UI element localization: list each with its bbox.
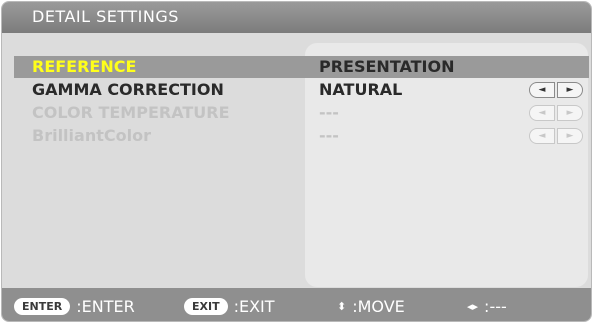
row-label: COLOR TEMPERATURE (32, 103, 230, 122)
adjust-icon: ◂▸ (467, 299, 479, 313)
move-hint-label: :MOVE (352, 296, 405, 316)
arrow-right-icon[interactable]: ► (557, 82, 583, 98)
adjust-arrows: ◄ ► (529, 82, 585, 98)
arrow-left-icon: ◄ (529, 128, 555, 144)
adjust-arrows: ◄ ► (529, 128, 585, 144)
move-icon: ⬍ (337, 299, 347, 313)
row-value: --- (319, 126, 339, 145)
settings-panel: REFERENCE PRESENTATION GAMMA CORRECTION … (2, 33, 591, 288)
menu-row-color-temperature: COLOR TEMPERATURE --- ◄ ► (14, 102, 589, 124)
row-value: NATURAL (319, 80, 403, 99)
key-guide-bar: ENTER :ENTER EXIT :EXIT ⬍ :MOVE ◂▸ :--- (2, 288, 591, 321)
adjust-hint: ◂▸ :--- (467, 296, 507, 316)
row-label: GAMMA CORRECTION (32, 80, 224, 99)
row-value: --- (319, 103, 339, 122)
arrow-right-icon: ► (557, 128, 583, 144)
row-value: PRESENTATION (319, 57, 455, 76)
dialog-title: DETAIL SETTINGS (32, 7, 179, 26)
arrow-right-icon: ► (557, 105, 583, 121)
exit-hint-label: :EXIT (233, 296, 275, 316)
row-label: REFERENCE (32, 57, 137, 76)
row-label: BrilliantColor (32, 126, 151, 145)
adjust-arrows: ◄ ► (529, 105, 585, 121)
menu-row-gamma-correction[interactable]: GAMMA CORRECTION NATURAL ◄ ► (14, 79, 589, 101)
adjust-hint-label: :--- (484, 296, 507, 316)
enter-hint: ENTER :ENTER (14, 296, 135, 316)
move-hint: ⬍ :MOVE (337, 296, 405, 316)
detail-settings-dialog: DETAIL SETTINGS REFERENCE PRESENTATION G… (1, 1, 592, 322)
exit-hint: EXIT :EXIT (184, 296, 275, 316)
menu-row-reference[interactable]: REFERENCE PRESENTATION (14, 56, 589, 78)
exit-key-badge: EXIT (184, 297, 228, 315)
enter-key-badge: ENTER (14, 297, 71, 315)
arrow-left-icon: ◄ (529, 105, 555, 121)
menu-row-brilliantcolor: BrilliantColor --- ◄ ► (14, 125, 589, 147)
title-bar: DETAIL SETTINGS (2, 2, 591, 33)
arrow-left-icon[interactable]: ◄ (529, 82, 555, 98)
enter-hint-label: :ENTER (76, 296, 135, 316)
